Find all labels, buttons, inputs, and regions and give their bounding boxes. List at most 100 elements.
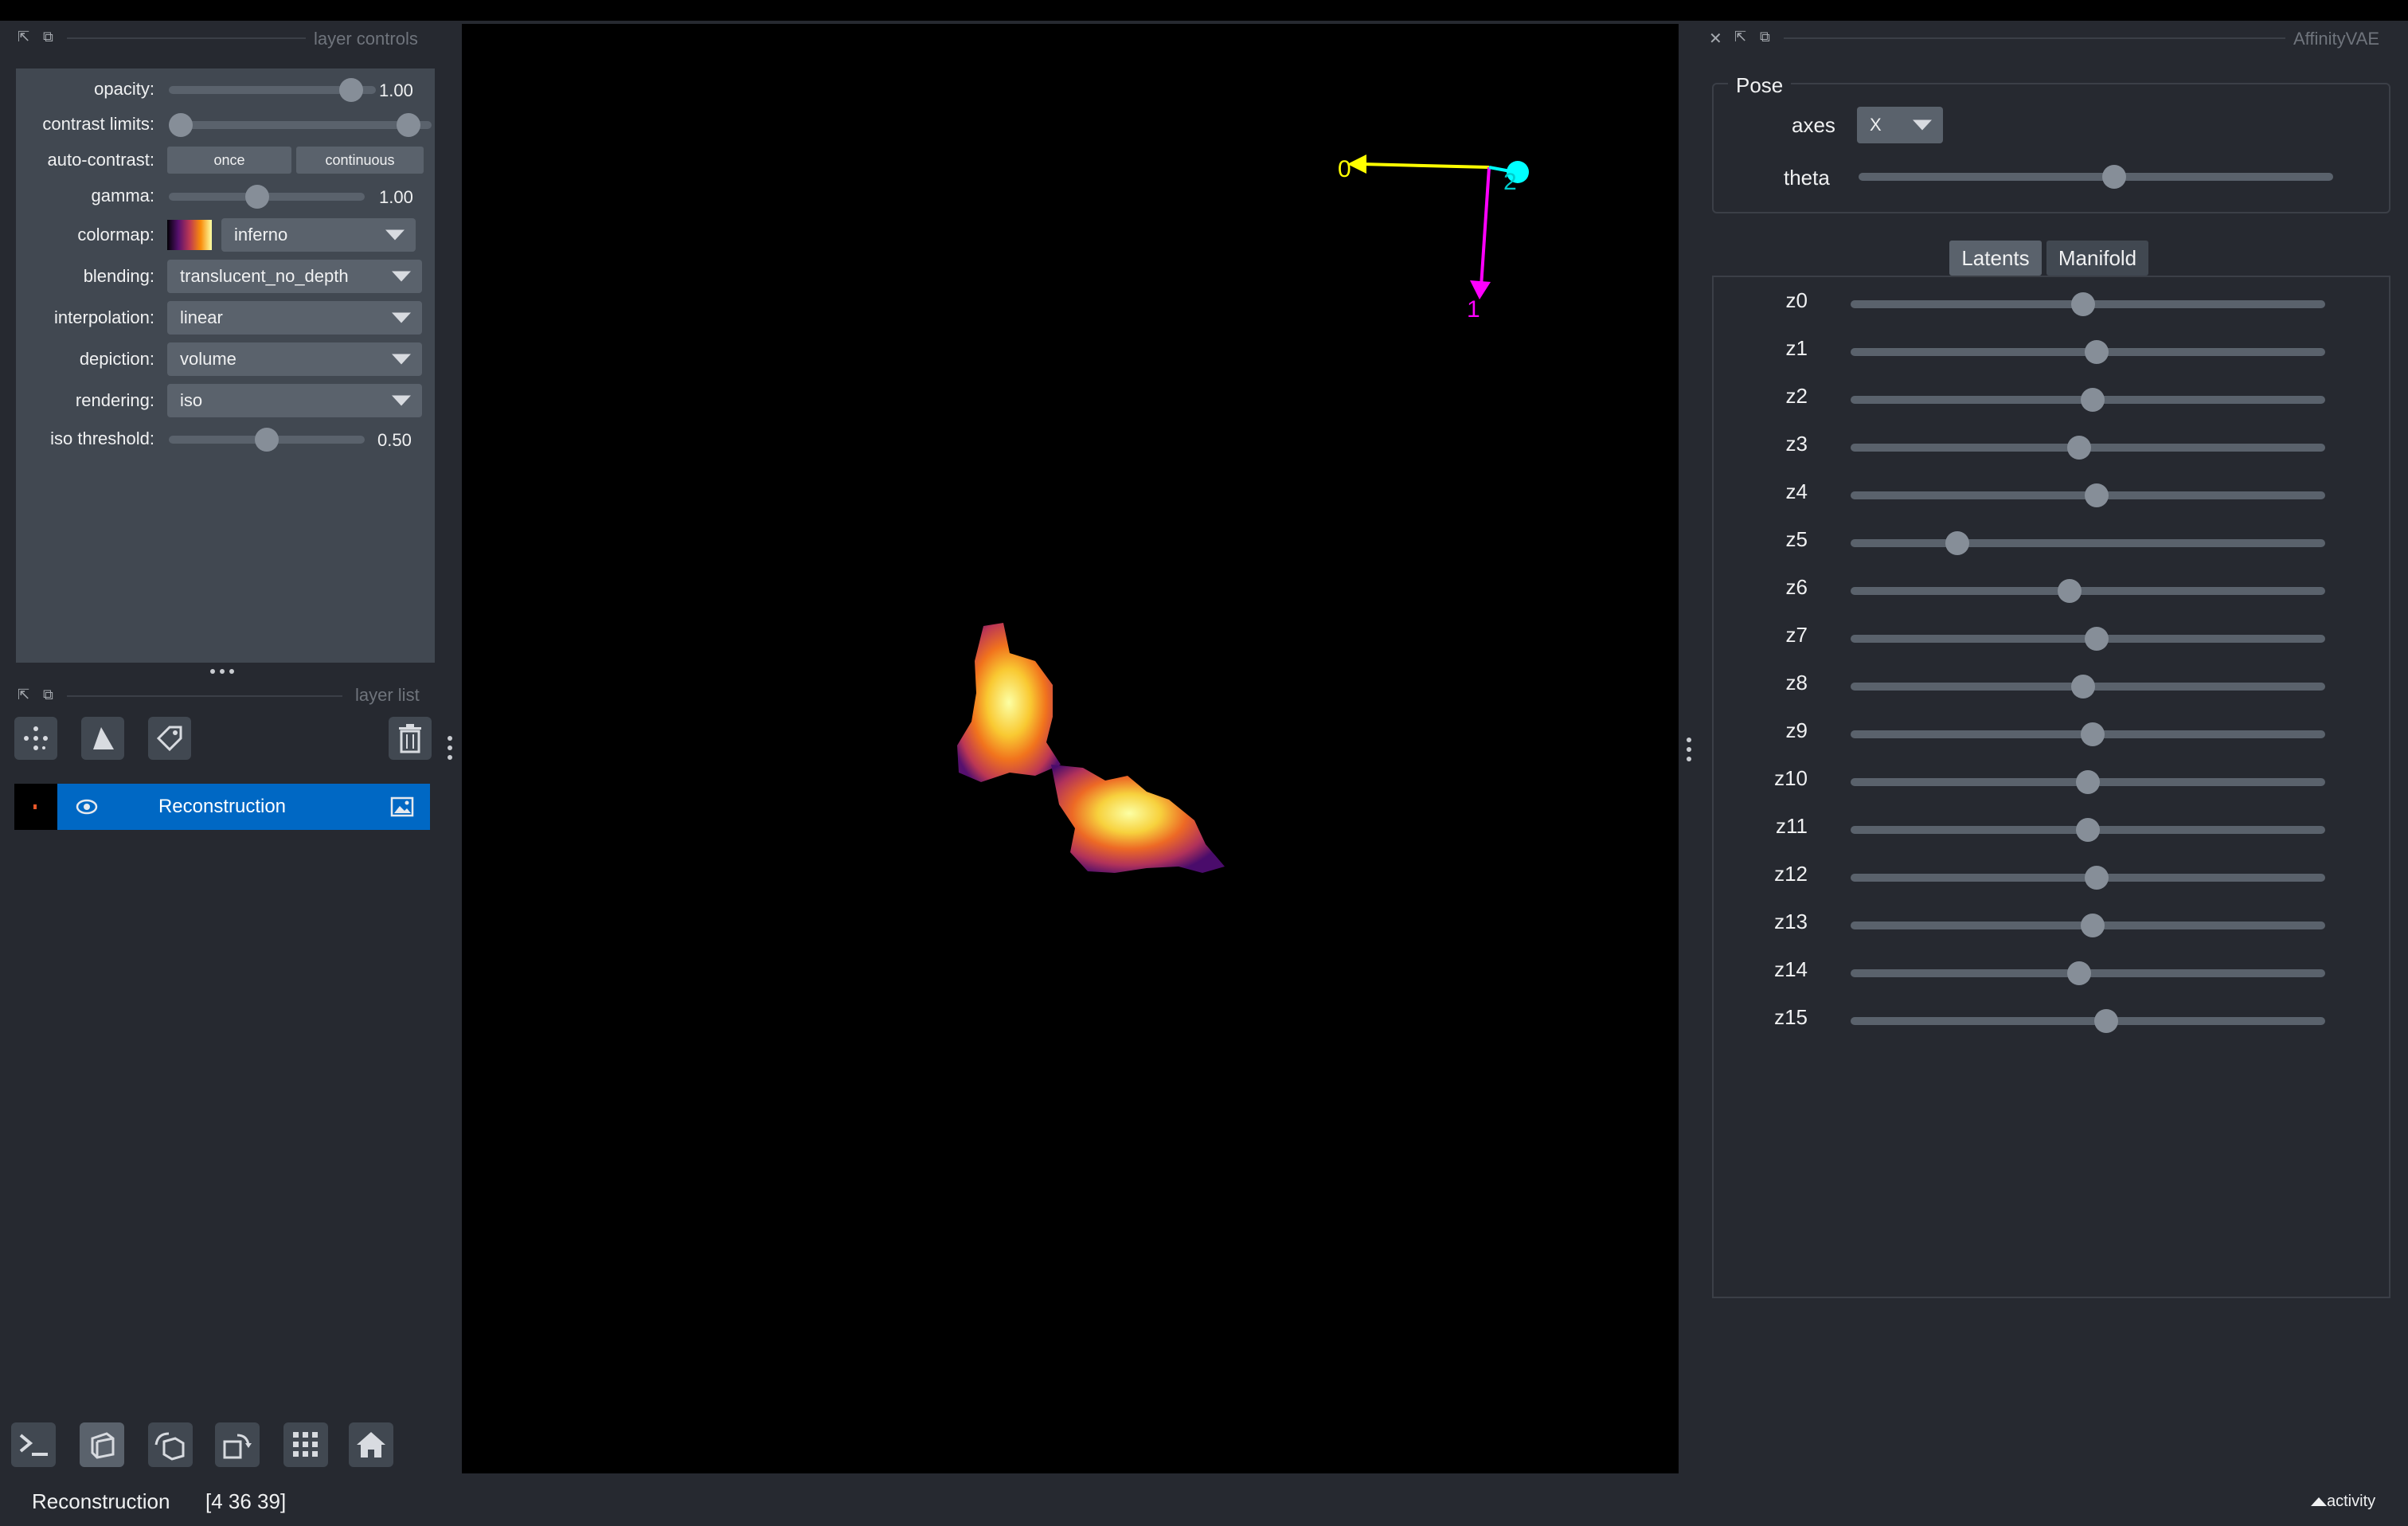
depiction-select[interactable]: volume (167, 342, 422, 376)
latent-slider-handle-z0[interactable] (2071, 292, 2096, 316)
latent-label: z11 (1776, 814, 1808, 838)
pose-group-title: Pose (1728, 73, 1792, 98)
latent-slider-handle-z10[interactable] (2076, 770, 2100, 794)
auto-contrast-once-button[interactable]: once (167, 147, 291, 174)
latent-slider-handle-z3[interactable] (2066, 436, 2091, 460)
latent-label: z8 (1785, 671, 1808, 695)
colormap-value: inferno (234, 225, 288, 245)
dock-close-icon[interactable]: ⧉ (1760, 29, 1770, 45)
activity-label: activity (2327, 1493, 2376, 1510)
latent-slider-handle-z9[interactable] (2080, 722, 2105, 746)
interpolation-label: interpolation: (54, 307, 154, 327)
new-labels-layer-button[interactable] (148, 717, 191, 760)
latent-label: z14 (1774, 957, 1808, 981)
splitter-handle[interactable] (210, 669, 236, 675)
console-button[interactable] (11, 1422, 56, 1467)
layer-list-title: layer list (355, 685, 420, 705)
new-shapes-layer-button[interactable] (81, 717, 124, 760)
colormap-label: colormap: (77, 225, 154, 245)
axes-label: axes (1792, 113, 1835, 137)
viewer-canvas[interactable]: 0 1 2 (462, 24, 1679, 1473)
label-tag-icon (156, 726, 182, 752)
latent-label: z0 (1785, 288, 1808, 312)
latent-slider-z15[interactable] (1851, 1017, 2325, 1025)
roll-cube-icon (154, 1432, 185, 1461)
ndisplay-toggle-button[interactable] (80, 1422, 124, 1467)
latent-label: z3 (1785, 432, 1808, 456)
rendering-select[interactable]: iso (167, 384, 422, 417)
gamma-slider-handle[interactable] (245, 185, 269, 209)
theta-slider[interactable] (1859, 173, 2333, 181)
contrast-limits-slider[interactable] (169, 121, 432, 129)
iso-threshold-label: iso threshold: (50, 428, 154, 448)
axis-x-line (1361, 162, 1490, 169)
dock-float-icon[interactable]: ⇱ (18, 29, 29, 45)
colormap-select[interactable]: inferno (221, 218, 416, 252)
latent-slider-handle-z13[interactable] (2080, 914, 2105, 937)
chevron-down-icon (392, 271, 411, 282)
chevron-down-icon (392, 312, 411, 323)
latent-label: z5 (1785, 527, 1808, 551)
latent-slider-handle-z11[interactable] (2076, 818, 2100, 842)
iso-threshold-value: 0.50 (377, 430, 412, 450)
close-icon[interactable]: ✕ (1709, 29, 1722, 49)
status-layer-name: Reconstruction (32, 1489, 170, 1513)
blending-select[interactable]: translucent_no_depth (167, 260, 422, 293)
window-top-bar (0, 0, 2408, 21)
interpolation-select[interactable]: linear (167, 301, 422, 335)
tab-latents[interactable]: Latents (1949, 241, 2042, 276)
latent-slider-handle-z7[interactable] (2085, 627, 2109, 651)
latent-slider-handle-z6[interactable] (2058, 579, 2082, 603)
latent-slider-handle-z1[interactable] (2085, 340, 2109, 364)
iso-threshold-slider-handle[interactable] (255, 428, 279, 452)
dock-close-icon[interactable]: ⧉ (43, 29, 53, 45)
latent-slider-z6[interactable] (1851, 587, 2325, 595)
latent-label: z2 (1785, 384, 1808, 408)
image-layer-icon (390, 796, 414, 821)
latent-label: z13 (1774, 910, 1808, 933)
gamma-label: gamma: (91, 186, 154, 205)
roll-dims-button[interactable] (148, 1422, 193, 1467)
delete-layer-button[interactable] (389, 717, 432, 760)
latent-label: z7 (1785, 623, 1808, 647)
latent-slider-handle-z4[interactable] (2085, 483, 2109, 507)
reset-view-button[interactable] (349, 1422, 393, 1467)
pose-group (1712, 83, 2390, 213)
latent-slider-handle-z12[interactable] (2085, 866, 2109, 890)
grid-icon (293, 1432, 318, 1457)
transpose-dims-button[interactable] (215, 1422, 260, 1467)
chevron-down-icon (392, 395, 411, 406)
latent-slider-handle-z2[interactable] (2080, 388, 2105, 412)
latent-slider-handle-z15[interactable] (2093, 1009, 2118, 1033)
dock-resize-handle[interactable] (448, 736, 454, 763)
gamma-value: 1.00 (379, 187, 413, 207)
latent-slider-handle-z8[interactable] (2071, 675, 2096, 698)
latents-list: z0 z1 z2 z3 z4 z5 z6 z7 z8 z9 z10 z11 z12 z13 z14 z15 (1712, 276, 2389, 1072)
dock-float-icon[interactable]: ⇱ (1734, 29, 1746, 45)
layer-row-reconstruction[interactable]: Reconstruction (14, 784, 430, 830)
contrast-high-handle[interactable] (397, 113, 420, 137)
header-divider (1784, 37, 2285, 39)
latent-slider-handle-z14[interactable] (2066, 961, 2091, 985)
dock-resize-handle[interactable] (1687, 738, 1693, 765)
reconstruction-blob-lower (1051, 765, 1225, 873)
activity-button[interactable]: activity (2311, 1493, 2375, 1511)
blending-label: blending: (83, 266, 154, 286)
dock-close-icon[interactable]: ⧉ (43, 687, 53, 703)
latent-slider-handle-z5[interactable] (1945, 531, 1969, 555)
latent-label: z15 (1774, 1005, 1808, 1029)
axis-y-label: 1 (1467, 296, 1480, 323)
axes-select[interactable]: X (1857, 107, 1943, 143)
header-divider (67, 37, 306, 39)
latent-slider-z5[interactable] (1851, 539, 2325, 547)
contrast-low-handle[interactable] (169, 113, 193, 137)
grid-view-button[interactable] (283, 1422, 328, 1467)
opacity-value: 1.00 (379, 80, 413, 100)
auto-contrast-continuous-button[interactable]: continuous (296, 147, 424, 174)
theta-slider-handle[interactable] (2102, 165, 2126, 189)
tab-manifold[interactable]: Manifold (2046, 241, 2148, 276)
dock-float-icon[interactable]: ⇱ (18, 687, 29, 703)
new-points-layer-button[interactable] (14, 717, 57, 760)
chevron-down-icon (1913, 119, 1932, 131)
opacity-slider-handle[interactable] (339, 78, 363, 102)
